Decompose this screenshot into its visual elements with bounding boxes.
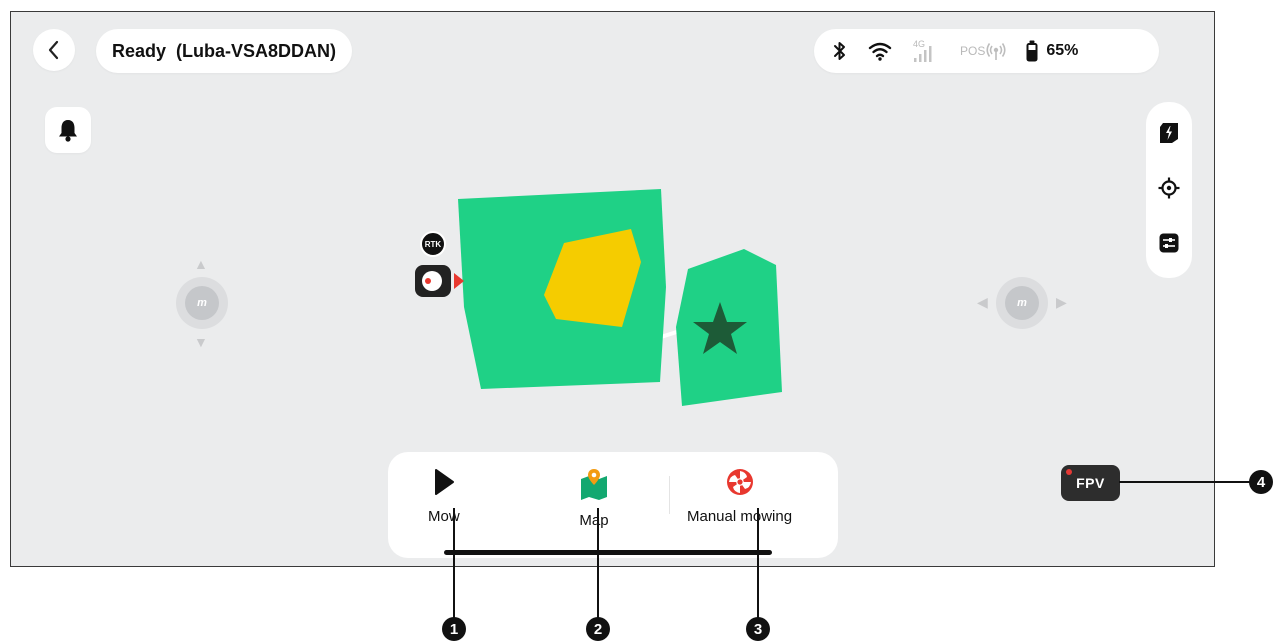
map-toolbar: [1146, 102, 1192, 278]
joystick-left-arrow: ◀: [977, 294, 988, 310]
battery-status: 65%: [1026, 40, 1078, 62]
bluetooth-icon: [832, 40, 848, 62]
map-pin-icon: [581, 469, 607, 500]
callout-badge: 1: [442, 617, 466, 641]
status-text: Ready: [112, 40, 167, 61]
signal-broadcast-icon: [986, 43, 1006, 60]
divider: [669, 476, 670, 514]
joystick-knob[interactable]: m: [185, 286, 219, 320]
pos-label: POS: [960, 44, 986, 58]
map-label: Map: [579, 512, 609, 529]
callout-badge: 3: [746, 617, 770, 641]
robot-mower-marker: RTK: [415, 231, 464, 297]
callout-line: [1119, 481, 1255, 483]
settings-sliders-icon[interactable]: [1159, 233, 1179, 258]
manual-mowing-label: Manual mowing: [687, 508, 793, 525]
wifi-icon: [868, 41, 892, 61]
mowing-map[interactable]: RTK: [386, 177, 806, 417]
play-icon: [434, 469, 454, 495]
callout-badge: 2: [586, 617, 610, 641]
app-screen: Ready (Luba-VSA8DDAN) 4G POS 65% ▲ m ▼ ◀…: [10, 11, 1215, 567]
fan-blade-icon: [726, 469, 753, 495]
notifications-button[interactable]: [45, 107, 91, 153]
home-indicator[interactable]: [444, 550, 772, 555]
callout-badge: 4: [1249, 470, 1273, 494]
bell-icon: [59, 120, 77, 142]
joystick-up-arrow: ▲: [194, 256, 208, 272]
network-type-label: 4G: [913, 39, 925, 49]
joystick-right-arrow: ▶: [1056, 294, 1067, 310]
back-button[interactable]: [33, 29, 75, 71]
joystick-down-arrow: ▼: [194, 334, 208, 350]
recording-dot-icon: [1066, 469, 1072, 475]
fpv-label: FPV: [1076, 475, 1105, 491]
battery-icon: [1026, 40, 1038, 62]
rtk-label: RTK: [425, 240, 442, 249]
callout-line: [453, 508, 455, 618]
locate-icon[interactable]: [1158, 177, 1180, 204]
device-name: (Luba-VSA8DDAN): [176, 40, 337, 61]
battery-percent: 65%: [1046, 42, 1079, 59]
right-joystick[interactable]: m: [996, 277, 1048, 329]
cellular-signal-icon: 4G: [912, 38, 940, 64]
positioning-status: POS: [960, 41, 1006, 61]
manual-mowing-button[interactable]: Manual mowing: [687, 468, 792, 525]
fpv-button[interactable]: FPV: [1061, 465, 1120, 501]
callout-line: [757, 508, 759, 618]
map-button[interactable]: Map: [579, 468, 609, 529]
left-joystick[interactable]: m: [176, 277, 228, 329]
system-status-bar: 4G POS 65%: [814, 29, 1159, 73]
device-status: Ready (Luba-VSA8DDAN): [96, 29, 353, 73]
recharge-icon[interactable]: [1159, 122, 1179, 149]
action-bar: Mow Map Manual mowing: [388, 452, 838, 558]
chevron-left-icon: [48, 40, 59, 60]
callout-line: [597, 508, 599, 618]
joystick-knob[interactable]: m: [1005, 286, 1039, 320]
